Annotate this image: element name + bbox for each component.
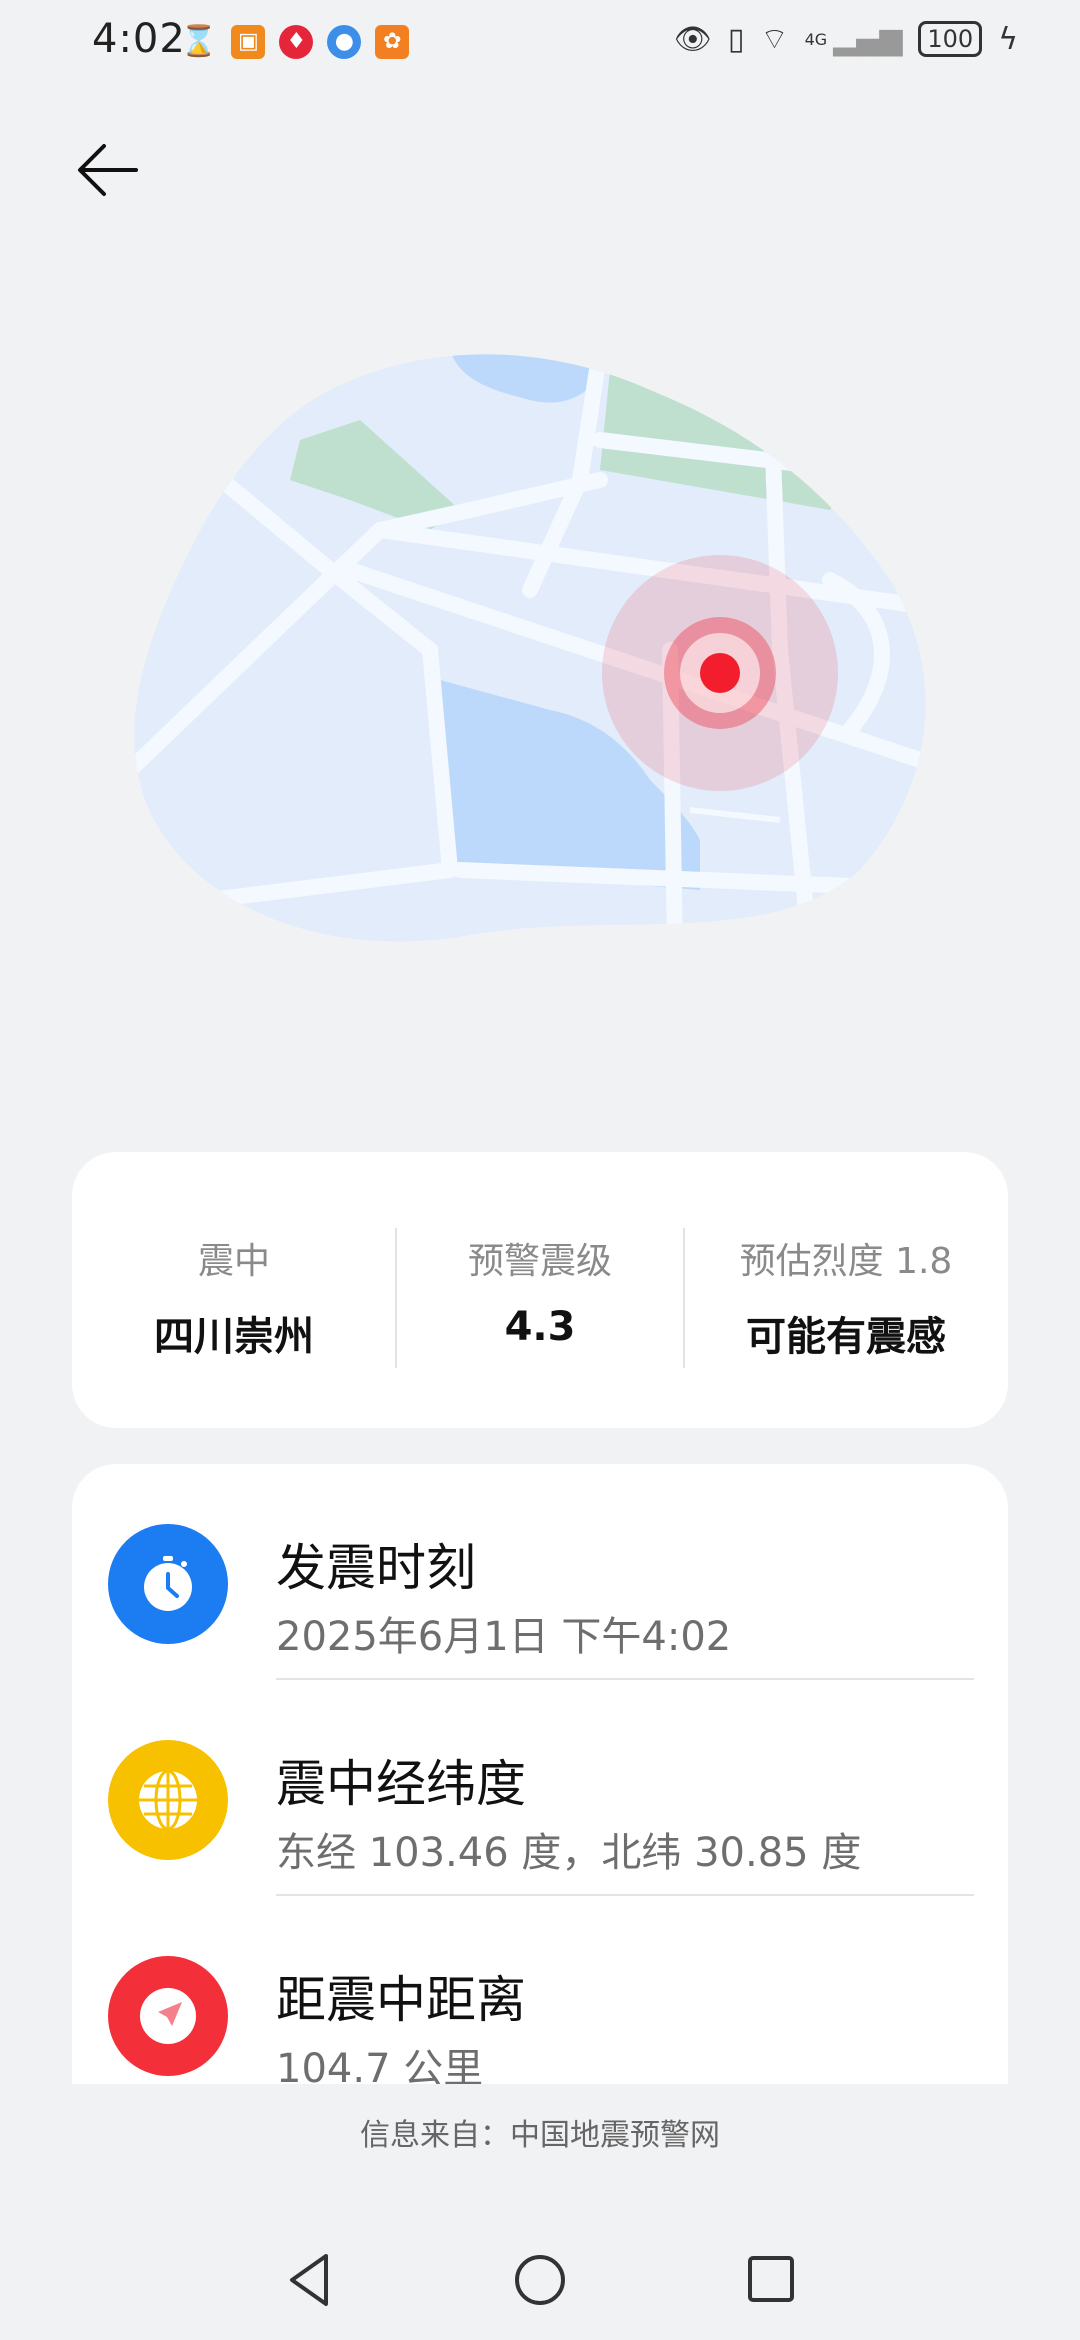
intensity-value: 可能有震感 bbox=[746, 1314, 946, 1360]
navigation-arrow-icon bbox=[108, 1956, 228, 2076]
data-source-note: 信息来自：中国地震预警网 bbox=[360, 2118, 720, 2153]
detail-row-time: 发震时刻 2025年6月1日 下午4:02 bbox=[72, 1464, 1008, 1680]
notification-icons: ⌛ ▣ ♦ ● ✿ bbox=[180, 24, 410, 59]
status-time: 4:02 bbox=[92, 16, 186, 62]
detail-row-distance: 距震中距离 104.7 公里 bbox=[72, 1896, 1008, 2084]
intensity-label: 预估烈度 1.8 bbox=[739, 1241, 953, 1282]
detail-title: 距震中距离 bbox=[276, 1971, 526, 2029]
detail-title: 震中经纬度 bbox=[276, 1755, 526, 1813]
nav-back-icon[interactable] bbox=[282, 2250, 338, 2310]
nav-recents-icon[interactable] bbox=[744, 2250, 800, 2310]
magnitude-column: 预警震级 4.3 bbox=[396, 1152, 684, 1428]
epicenter-map-illustration bbox=[134, 354, 926, 942]
globe-icon bbox=[108, 1740, 228, 1860]
epicenter-dot bbox=[700, 653, 740, 693]
hourglass-icon: ⌛ bbox=[180, 24, 218, 59]
battery-level: 100 bbox=[918, 21, 983, 57]
detail-value: 104.7 公里 bbox=[276, 2046, 484, 2084]
magnitude-label: 预警震级 bbox=[467, 1241, 612, 1282]
epicenter-label: 震中 bbox=[197, 1241, 270, 1282]
detail-value: 东经 103.46 度，北纬 30.85 度 bbox=[276, 1830, 862, 1876]
earthquake-details-card: 发震时刻 2025年6月1日 下午4:02 震中经纬度 东经 103.46 度，… bbox=[72, 1464, 1008, 2084]
photo-app-icon: ✿ bbox=[375, 24, 410, 59]
eye-icon: 👁 bbox=[673, 21, 712, 57]
magnitude-value: 4.3 bbox=[504, 1304, 576, 1350]
back-arrow-icon[interactable] bbox=[74, 136, 142, 204]
intensity-column: 预估烈度 1.8 可能有震感 bbox=[684, 1152, 1008, 1428]
system-navigation-bar bbox=[0, 2230, 1080, 2340]
vibrate-icon: ▯ bbox=[727, 21, 745, 57]
clock-icon bbox=[108, 1524, 228, 1644]
wifi-icon: ⌔ bbox=[760, 22, 789, 57]
system-icons: 👁 ▯ ⌔ 4G ▂▄▆ 100 ϟ bbox=[674, 20, 1018, 58]
earthquake-summary-card: 震中 四川崇州 预警震级 4.3 预估烈度 1.8 可能有震感 bbox=[72, 1152, 1008, 1428]
shield-app-icon: ♦ bbox=[279, 24, 314, 59]
detail-title: 发震时刻 bbox=[276, 1539, 476, 1597]
app-notification-icon: ▣ bbox=[231, 24, 266, 59]
epicenter-column: 震中 四川崇州 bbox=[72, 1152, 396, 1428]
epicenter-value: 四川崇州 bbox=[154, 1314, 314, 1360]
signal-icon: ▂▄▆ bbox=[833, 21, 903, 57]
network-type: 4G bbox=[804, 29, 828, 49]
nav-home-icon[interactable] bbox=[512, 2250, 568, 2310]
charging-icon: ϟ bbox=[998, 21, 1018, 57]
status-bar: 4:02 ⌛ ▣ ♦ ● ✿ 👁 ▯ ⌔ 4G ▂▄▆ 100 ϟ bbox=[0, 0, 1080, 90]
detail-value: 2025年6月1日 下午4:02 bbox=[276, 1614, 732, 1660]
browser-app-icon: ● bbox=[327, 24, 362, 59]
detail-row-coordinates: 震中经纬度 东经 103.46 度，北纬 30.85 度 bbox=[72, 1680, 1008, 1896]
